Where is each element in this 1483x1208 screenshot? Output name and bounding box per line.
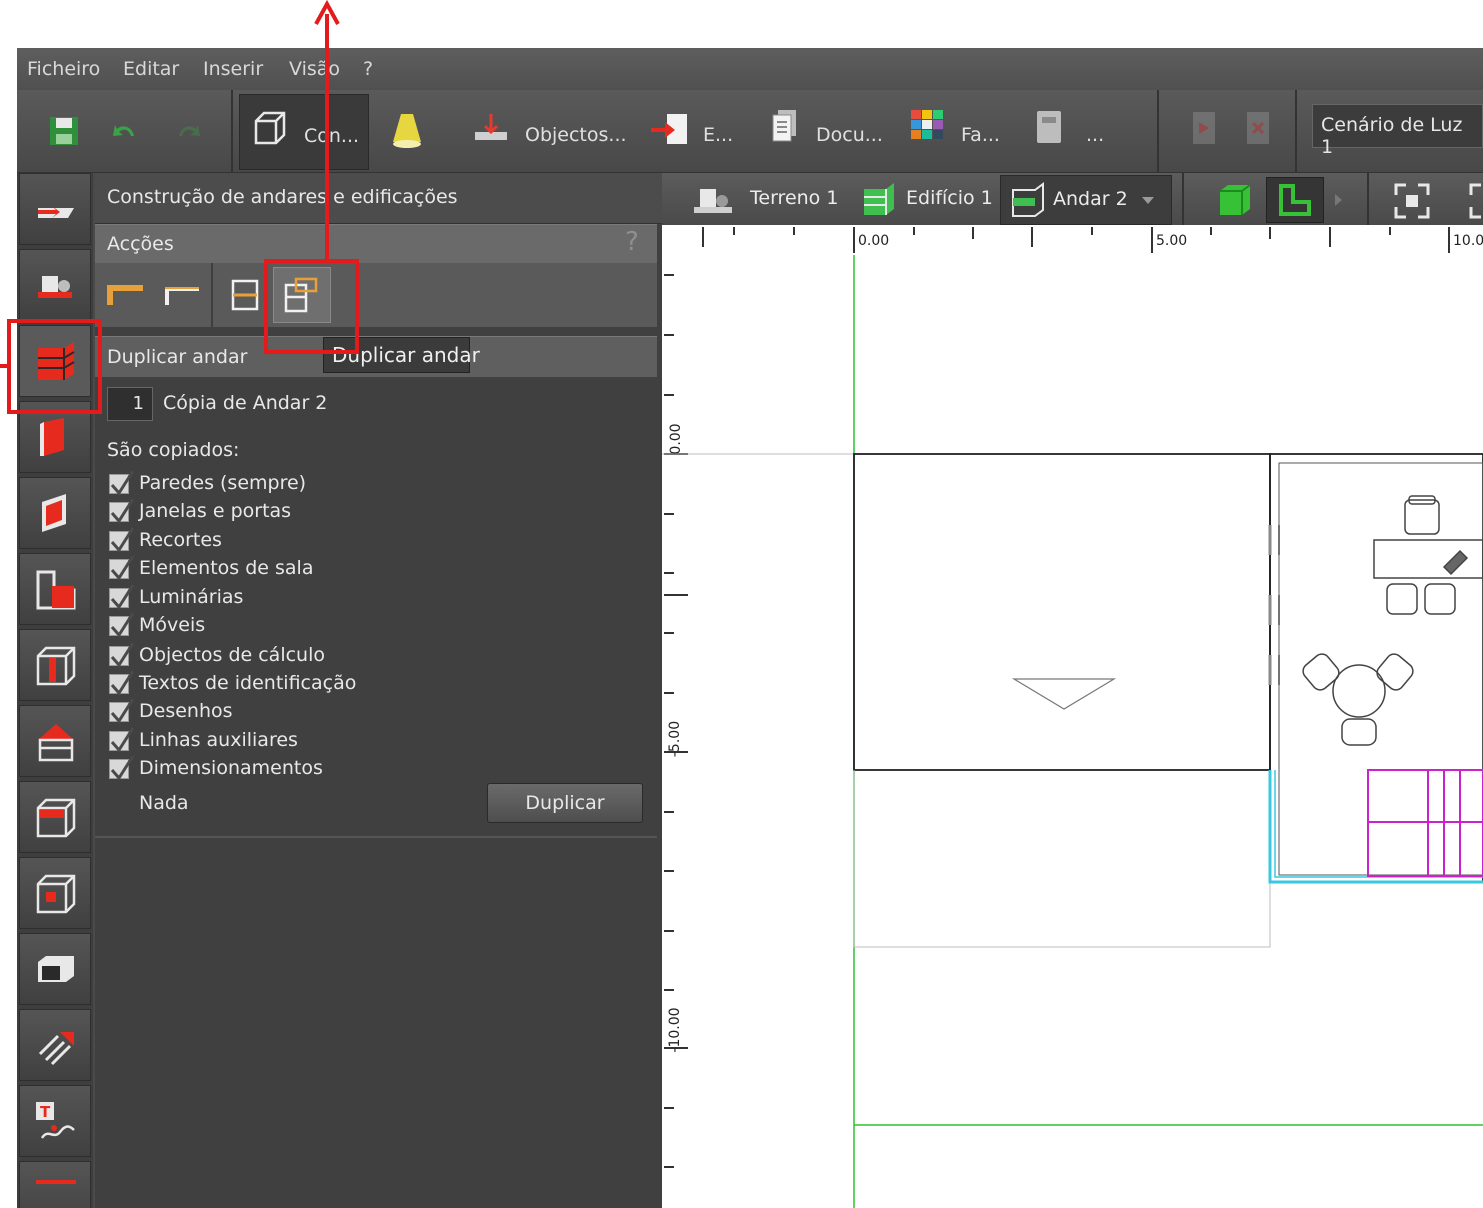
checkbox[interactable] xyxy=(109,584,135,610)
opening-box-icon xyxy=(38,956,74,982)
checkmark-icon xyxy=(110,584,135,610)
checkmark-icon xyxy=(110,698,135,724)
tool-ceiling[interactable] xyxy=(19,781,91,853)
surface-cube-icon xyxy=(36,874,76,914)
tool-columns[interactable] xyxy=(19,629,91,701)
tool-hatching[interactable] xyxy=(19,1009,91,1081)
copy-count-input[interactable]: 1 xyxy=(107,387,153,421)
checkbox[interactable] xyxy=(109,642,135,668)
tool-rooms[interactable] xyxy=(19,553,91,625)
wall-icon xyxy=(40,418,64,456)
tool-roof[interactable] xyxy=(19,705,91,777)
ceiling-cube-icon xyxy=(36,798,76,838)
checkmark-icon xyxy=(110,555,135,581)
checkmark-icon xyxy=(110,727,135,753)
checkmark-icon xyxy=(110,498,135,524)
copy-name[interactable]: Cópia de Andar 2 xyxy=(163,392,327,414)
tool-dimension[interactable] xyxy=(19,1161,91,1208)
checkmark-icon xyxy=(110,670,135,696)
checkbox[interactable] xyxy=(109,527,135,553)
room-plan-icon xyxy=(36,570,76,610)
roof-icon xyxy=(38,724,74,762)
checkbox[interactable] xyxy=(109,470,135,496)
annotation-arrows xyxy=(0,0,340,368)
checkbox[interactable] xyxy=(109,755,135,781)
checkbox[interactable] xyxy=(109,670,135,696)
checkmark-icon xyxy=(110,642,135,668)
checkmark-icon xyxy=(110,755,135,781)
tool-openings[interactable] xyxy=(19,933,91,1005)
column-cube-icon xyxy=(36,646,76,686)
tool-windows[interactable] xyxy=(19,477,91,549)
ruler-left-label: 0.00 xyxy=(668,423,684,455)
text-drawing-icon: T xyxy=(36,1102,75,1139)
checkbox[interactable] xyxy=(109,498,135,524)
checkmark-icon xyxy=(110,470,135,496)
copied-label: São copiados: xyxy=(107,439,240,461)
checkbox[interactable] xyxy=(109,698,135,724)
tool-surfaces[interactable] xyxy=(19,857,91,929)
none-link[interactable]: Nada xyxy=(139,792,189,814)
dimension-line-icon xyxy=(36,1180,76,1184)
checkmark-icon xyxy=(110,612,135,638)
checkbox[interactable] xyxy=(109,555,135,581)
ruler-left-label: -10.00 xyxy=(667,1007,683,1053)
tool-text-drawing[interactable]: T xyxy=(19,1085,91,1157)
window-door-icon xyxy=(42,494,66,532)
svg-text:T: T xyxy=(40,1103,51,1121)
ruler-left-label: -5.00 xyxy=(667,720,683,758)
checkbox[interactable] xyxy=(109,727,135,753)
hatch-icon xyxy=(38,1032,74,1066)
checkbox[interactable] xyxy=(109,612,135,638)
duplicate-button[interactable]: Duplicar xyxy=(487,783,643,823)
checkmark-icon xyxy=(110,527,135,553)
